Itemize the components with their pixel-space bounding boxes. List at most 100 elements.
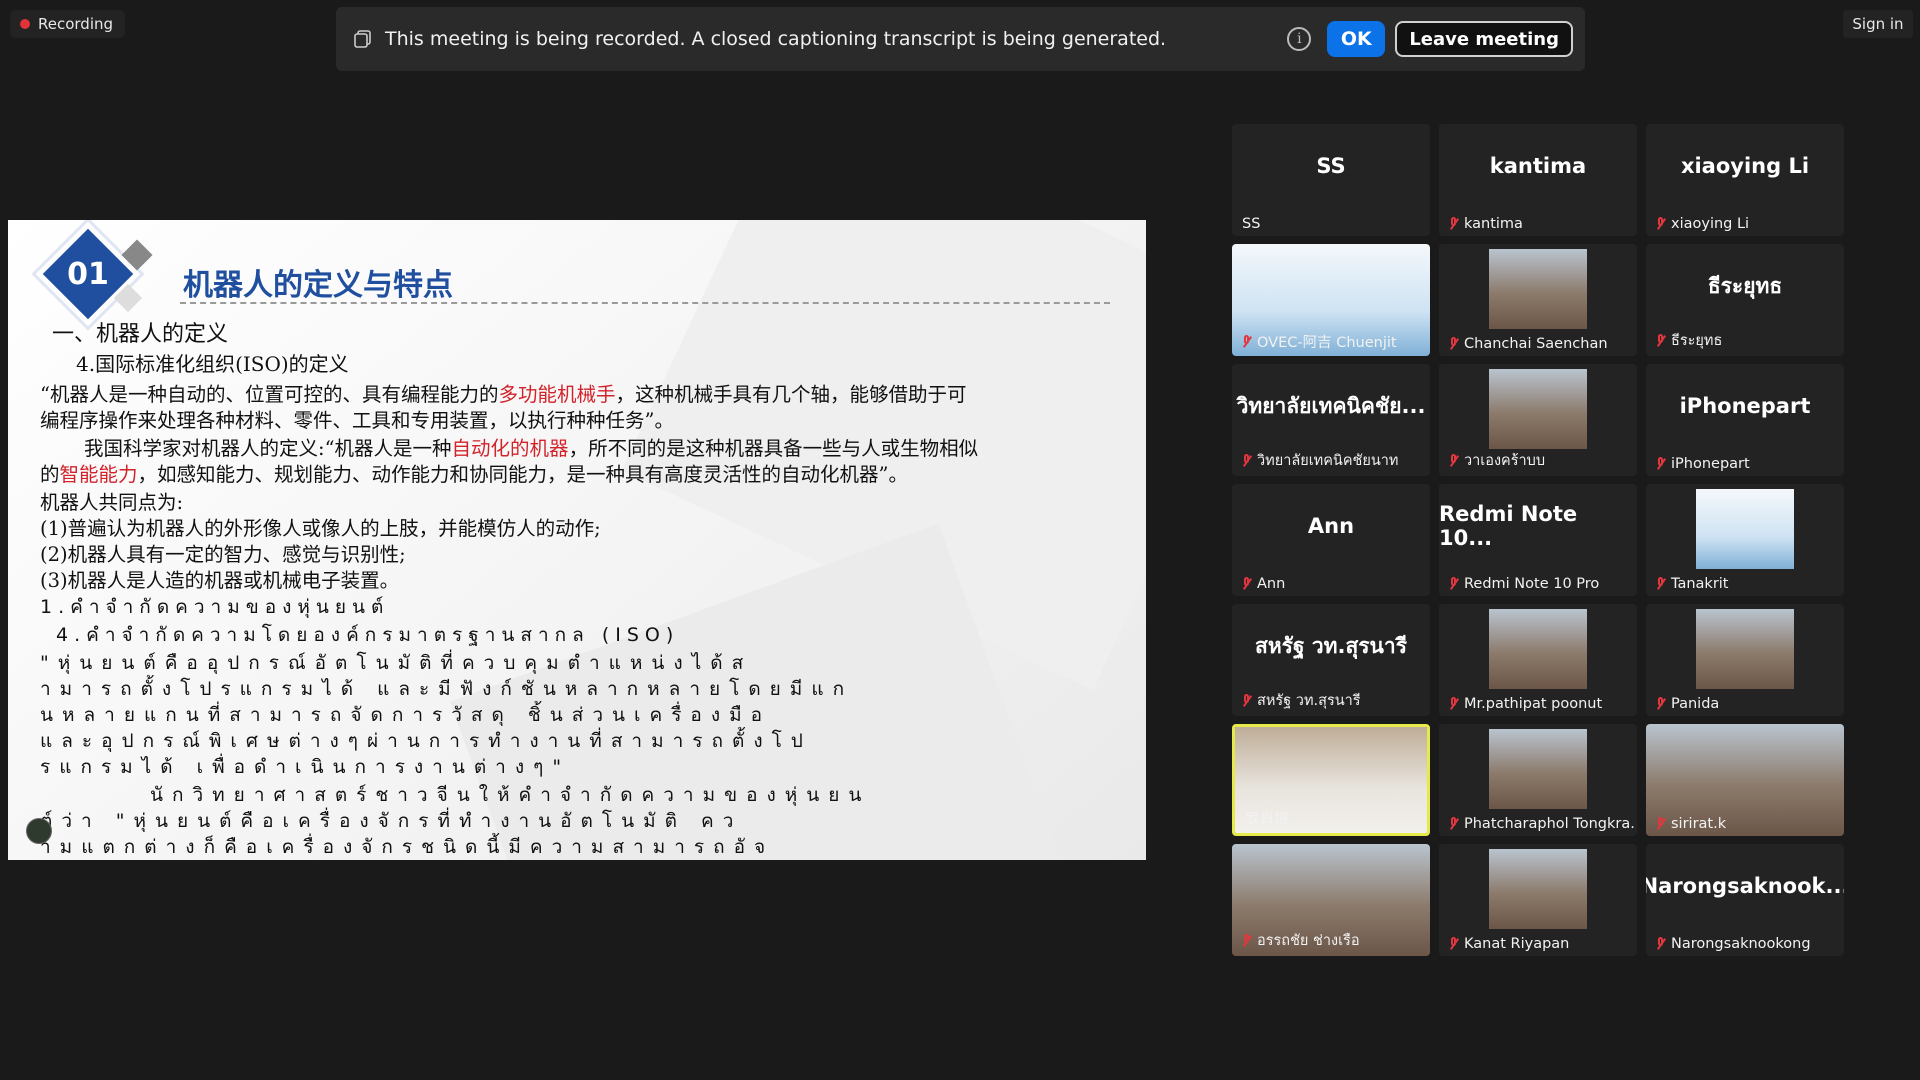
participant-name-label: Redmi Note 10 Pro bbox=[1449, 576, 1599, 592]
muted-mic-icon bbox=[1656, 333, 1666, 348]
participant-tile[interactable]: Phatcharaphol Tongkra... bbox=[1439, 724, 1637, 836]
participant-display-name: วิทยาลัยเทคนิคชัย... bbox=[1236, 393, 1426, 418]
participant-name-label: วิทยาลัยเทคนิคชัยนาท bbox=[1242, 449, 1399, 472]
muted-mic-icon bbox=[1449, 697, 1459, 711]
participant-name: Tanakrit bbox=[1671, 576, 1729, 592]
participant-video bbox=[1696, 609, 1794, 689]
leave-meeting-button[interactable]: Leave meeting bbox=[1395, 21, 1573, 57]
participant-tile[interactable]: Chanchai Saenchan bbox=[1439, 244, 1637, 356]
muted-mic-icon bbox=[1656, 937, 1666, 951]
shared-screen-slide: 01 机器人的定义与特点 一、机器人的定义 4.国际标准化组织(ISO)的定义 … bbox=[8, 220, 1146, 860]
muted-mic-icon bbox=[1656, 577, 1666, 591]
participant-name: Ann bbox=[1257, 576, 1286, 592]
recording-dot-icon bbox=[20, 19, 30, 29]
participant-name-label: Phatcharaphol Tongkra... bbox=[1449, 816, 1635, 832]
point-item: (3)机器人是人造的机器或机械电子装置。 bbox=[40, 569, 400, 592]
point-item: (2)机器人具有一定的智力、感觉与识别性; bbox=[40, 543, 406, 566]
participant-name: Kanat Riyapan bbox=[1464, 936, 1570, 952]
participant-display-name: iPhonepart bbox=[1679, 394, 1811, 418]
participant-name-label: Kanat Riyapan bbox=[1449, 936, 1569, 952]
slide-subheading: 4.国际标准化组织(ISO)的定义 bbox=[76, 352, 349, 376]
participant-tile[interactable]: iPhonepart iPhonepart bbox=[1646, 364, 1844, 476]
participant-tile[interactable]: Panida bbox=[1646, 604, 1844, 716]
participant-name-label: Panida bbox=[1656, 696, 1719, 712]
participant-display-name: kantima bbox=[1489, 154, 1587, 178]
muted-mic-icon bbox=[1242, 334, 1252, 349]
participant-name: Mr.pathipat poonut bbox=[1464, 696, 1603, 712]
slide-heading: 一、机器人的定义 bbox=[52, 322, 229, 347]
participant-tile[interactable]: Tanakrit bbox=[1646, 484, 1844, 596]
participant-name-label: ธีระยุทธ bbox=[1656, 329, 1722, 352]
participant-name-label: Mr.pathipat poonut bbox=[1449, 696, 1602, 712]
muted-mic-icon bbox=[1449, 453, 1459, 468]
participant-name: Chanchai Saenchan bbox=[1464, 336, 1608, 352]
muted-mic-icon bbox=[1449, 337, 1459, 351]
participant-name: Phatcharaphol Tongkra... bbox=[1464, 816, 1635, 832]
participant-display-name: Ann bbox=[1307, 514, 1355, 538]
paragraph-line: 编程序操作来处理各种材料、零件、工具和专用装置，以执行种种任务”。 bbox=[40, 409, 674, 432]
participant-name: Narongsaknookong bbox=[1671, 936, 1811, 952]
participant-name: สหรัฐ วท.สุรนารี bbox=[1257, 693, 1361, 709]
participant-name: sirirat.k bbox=[1671, 816, 1727, 832]
section-number: 01 bbox=[67, 256, 109, 292]
participant-tile[interactable]: สหรัฐ วท.สุรนารี สหรัฐ วท.สุรนารี bbox=[1232, 604, 1430, 716]
participant-display-name: SS bbox=[1316, 154, 1346, 178]
participant-tile[interactable]: kantima kantima bbox=[1439, 124, 1637, 236]
participant-name: kantima bbox=[1464, 216, 1523, 232]
participant-tile[interactable]: sirirat.k bbox=[1646, 724, 1844, 836]
participant-name-label: sirirat.k bbox=[1656, 816, 1726, 832]
participant-name-label: Ann bbox=[1242, 576, 1285, 592]
muted-mic-icon bbox=[1656, 817, 1666, 831]
participant-video bbox=[1489, 609, 1587, 689]
participant-display-name: Redmi Note 10... bbox=[1439, 502, 1578, 550]
annotate-pen-icon[interactable] bbox=[26, 818, 52, 844]
muted-mic-icon bbox=[1449, 817, 1459, 831]
participant-tile[interactable]: Mr.pathipat poonut bbox=[1439, 604, 1637, 716]
participant-name-label: Tanakrit bbox=[1656, 576, 1729, 592]
muted-mic-icon bbox=[1656, 697, 1666, 711]
participant-name: xiaoying Li bbox=[1671, 216, 1750, 232]
sign-in-button[interactable]: Sign in bbox=[1843, 10, 1913, 38]
participant-tile[interactable]: Redmi Note 10... Redmi Note 10 Pro bbox=[1439, 484, 1637, 596]
participant-tile[interactable]: OVEC-阿吉 Chuenjit bbox=[1232, 244, 1430, 356]
recording-indicator[interactable]: Recording bbox=[10, 10, 126, 38]
participant-tile[interactable]: Narongsaknook... Narongsaknookong bbox=[1646, 844, 1844, 956]
participant-tile[interactable]: Ann Ann bbox=[1232, 484, 1430, 596]
recording-notice-text: This meeting is being recorded. A closed… bbox=[385, 28, 1167, 50]
participant-tile[interactable]: วาเองคร้าบบ bbox=[1439, 364, 1637, 476]
participant-tile[interactable]: อรรถชัย ช่างเรือ bbox=[1232, 844, 1430, 956]
paragraph-line: 我国科学家对机器人的定义:“机器人是一种自动化的机器，所不同的是这种机器具备一些… bbox=[84, 437, 979, 460]
participant-display-name: Narongsaknook... bbox=[1646, 874, 1844, 898]
thai-line: 4.คําจํากัดความโดยองค์กรมาตรฐานสากล (ISO… bbox=[56, 624, 680, 646]
participant-name-label: สหรัฐ วท.สุรนารี bbox=[1242, 689, 1361, 712]
participant-video bbox=[1489, 369, 1587, 449]
participant-name-label: 罗肖培 bbox=[1245, 808, 1289, 829]
participant-video-shared-slide bbox=[1696, 489, 1794, 569]
ok-button[interactable]: OK bbox=[1327, 21, 1386, 57]
participant-name: อรรถชัย ช่างเรือ bbox=[1257, 933, 1360, 949]
participant-tile[interactable]: xiaoying Li xiaoying Li bbox=[1646, 124, 1844, 236]
info-icon[interactable]: i bbox=[1287, 27, 1312, 51]
title-divider bbox=[180, 302, 1110, 304]
participant-tile[interactable]: ธีระยุทธ ธีระยุทธ bbox=[1646, 244, 1844, 356]
paragraph-line: 的智能能力，如感知能力、规划能力、动作能力和协同能力，是一种具有高度灵活性的自动… bbox=[40, 463, 909, 486]
point-item: (1)普遍认为机器人的外形像人或像人的上肢，并能模仿人的动作; bbox=[40, 517, 601, 540]
participant-name-label: วาเองคร้าบบ bbox=[1449, 449, 1545, 472]
participant-tile[interactable]: 罗肖培 bbox=[1232, 724, 1430, 836]
participant-name-label: kantima bbox=[1449, 216, 1523, 232]
recording-notice-banner: This meeting is being recorded. A closed… bbox=[336, 7, 1585, 71]
participant-name: Redmi Note 10 Pro bbox=[1464, 576, 1600, 592]
participant-tile[interactable]: SS SS bbox=[1232, 124, 1430, 236]
muted-mic-icon bbox=[1242, 933, 1252, 948]
muted-mic-icon bbox=[1656, 457, 1666, 471]
slide-title: 机器人的定义与特点 bbox=[183, 268, 453, 303]
participant-name-label: SS bbox=[1242, 216, 1260, 232]
participant-name-label: อรรถชัย ช่างเรือ bbox=[1242, 929, 1360, 952]
participant-name-label: iPhonepart bbox=[1656, 456, 1750, 472]
participant-name-label: Narongsaknookong bbox=[1656, 936, 1811, 952]
participant-name-label: OVEC-阿吉 Chuenjit bbox=[1242, 331, 1397, 352]
participant-tile[interactable]: Kanat Riyapan bbox=[1439, 844, 1637, 956]
muted-mic-icon bbox=[1242, 577, 1252, 591]
muted-mic-icon bbox=[1242, 693, 1252, 708]
participant-tile[interactable]: วิทยาลัยเทคนิคชัย... วิทยาลัยเทคนิคชัยนาท bbox=[1232, 364, 1430, 476]
